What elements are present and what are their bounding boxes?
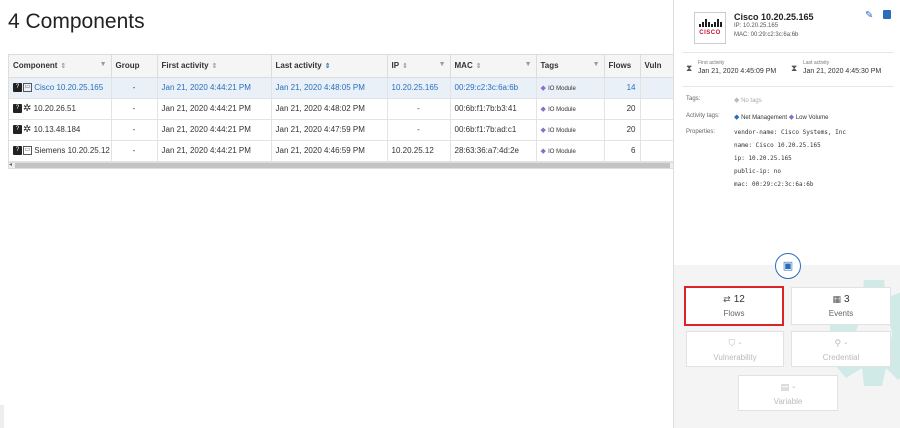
component-type-icon: ? [13,83,22,93]
main-area: 4 Components Component ⇕ ▼ Group First act… [0,0,715,428]
sort-icon[interactable]: ⇕ [325,63,331,70]
tag-icon: ◆ [540,85,546,92]
variable-icon: ▤ [780,382,790,392]
tag-icon: ◆ [540,127,546,134]
filter-icon[interactable]: ▼ [439,61,446,68]
property-name: name: Cisco 10.20.25.165 [734,142,821,149]
col-header-group[interactable]: Group [111,55,158,78]
component-type-icon: ? [13,104,22,114]
filter-icon[interactable]: ▼ [593,61,600,68]
col-header-mac[interactable]: MAC ⇕ ▼ [450,55,537,78]
col-header-ip[interactable]: IP ⇕ ▼ [387,55,451,78]
hourglass-icon: ⧗ [791,63,798,73]
tag-icon: ◆ [734,97,740,104]
col-header-component[interactable]: Component ⇕ ▼ [9,55,112,78]
vulnerability-stat-button[interactable]: ⛉ - Vulnerability [686,331,784,367]
sort-icon[interactable]: ⇕ [402,63,408,70]
col-header-tags[interactable]: Tags ▼ [536,55,605,78]
component-mac: MAC: 00:29:c2:3c:6a:6b [734,32,799,38]
component-link[interactable]: 10.13.48.184 [34,125,81,134]
sort-icon[interactable]: ⇕ [60,63,66,70]
table-header-row: Component ⇕ ▼ Group First activity ⇕ Last a… [9,55,715,78]
edit-icon[interactable]: ✎ [865,10,873,21]
col-header-first-activity[interactable]: First activity ⇕ [157,55,272,78]
flows-icon: ⇄ [723,294,731,304]
filter-icon[interactable]: ▼ [100,61,107,68]
credential-stat-button[interactable]: ⚲ - Credential [791,331,891,367]
no-tags: ◆ No tags [734,97,762,104]
tag-icon: ◆ [540,106,546,113]
tag-icon: ◆ [788,114,795,121]
edge-strip [0,405,4,428]
divider [682,86,894,87]
component-ip: IP: 10.20.25.165 [734,23,779,29]
sort-icon[interactable]: ⇕ [212,63,218,70]
table-row[interactable]: ? ✲ 10.20.26.51 - Jan 21, 2020 4:44:21 PM… [9,98,715,120]
component-type-icon: ? [13,146,22,156]
filter-icon[interactable]: ▼ [525,61,532,68]
report-icon[interactable]: ▣ [775,253,801,279]
key-icon: ⚲ [834,338,842,348]
calendar-icon: ▦ [832,294,841,304]
component-link[interactable]: 10.20.26.51 [34,104,76,113]
device-icon: ▭ [23,146,32,156]
property-mac: mac: 00:29:c2:3c:6a:6b [734,181,814,188]
shield-icon: ⛉ [728,338,736,348]
table-row[interactable]: ? ✲ 10.13.48.184 - Jan 21, 2020 4:44:21 P… [9,119,715,141]
property-public-ip: public-ip: no [734,168,781,175]
table-row[interactable]: ? ▭ Cisco 10.20.25.165 - Jan 21, 2020 4:4… [9,77,715,99]
tag-icon: ◆ [734,114,740,121]
property-vendor: vendor-name: Cisco Systems, Inc [734,129,846,136]
divider [682,52,894,53]
gear-icon: ✲ [23,124,32,136]
component-link[interactable]: Cisco 10.20.25.165 [34,83,103,92]
component-type-icon: ? [13,125,22,135]
device-icon: ▭ [23,83,32,93]
detail-header: CISCO Cisco 10.20.25.165 IP: 10.20.25.16… [674,0,900,265]
col-header-last-activity[interactable]: Last activity ⇕ [271,55,388,78]
scroll-left-icon[interactable]: ◂ [9,161,12,168]
flows-stat-button[interactable]: ⇄ 12 Flows [684,286,784,326]
col-header-flows[interactable]: Flows [604,55,641,78]
component-detail-panel: CISCO Cisco 10.20.25.165 IP: 10.20.25.16… [673,0,900,428]
cisco-logo: CISCO [694,12,726,44]
component-link[interactable]: Siemens 10.20.25.12 [34,146,110,155]
horizontal-scrollbar[interactable]: ◂ [9,161,673,168]
variable-stat-button[interactable]: ▤ - Variable [738,375,838,411]
database-icon[interactable] [883,10,891,19]
property-ip: ip: 10.20.25.165 [734,155,792,162]
page-title: 4 Components [8,10,145,33]
components-table: Component ⇕ ▼ Group First activity ⇕ Last a… [8,54,715,169]
tag-icon: ◆ [540,148,546,155]
scrollbar-thumb[interactable] [15,162,670,168]
sort-icon[interactable]: ⇕ [476,63,482,70]
hourglass-icon: ⧗ [686,63,693,73]
events-stat-button[interactable]: ▦ 3 Events [791,287,891,325]
table-row[interactable]: ? ▭ Siemens 10.20.25.12 - Jan 21, 2020 4:… [9,140,715,162]
activity-tags: ◆ Net Management ◆ Low Volume [734,114,829,121]
component-name: Cisco 10.20.25.165 [734,12,814,22]
gear-icon: ✲ [23,103,32,115]
